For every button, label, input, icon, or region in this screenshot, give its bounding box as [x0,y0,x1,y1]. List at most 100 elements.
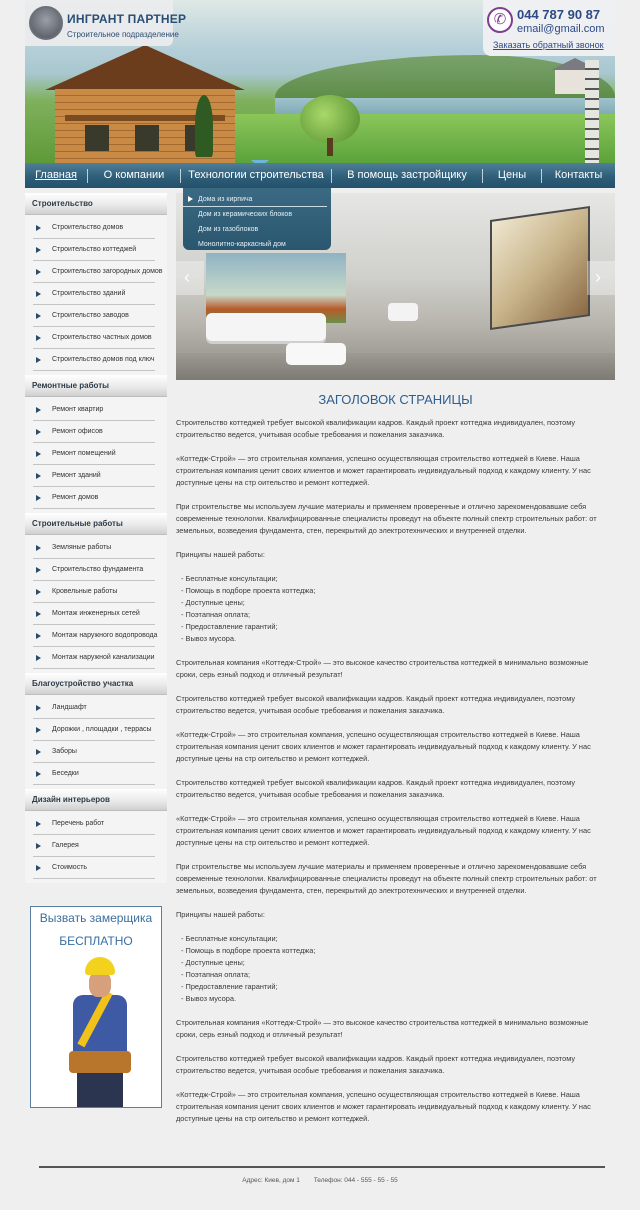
sidebar-item[interactable]: Строительство домов под ключ [33,349,155,371]
logo-subtitle: Строительное подразделение [67,30,179,39]
chevron-left-icon: ‹ [184,267,190,287]
sidebar-section-title: Благоустройство участка [25,673,167,695]
list-item: - Предоставление гарантий; [181,622,278,631]
armchair [388,303,418,321]
sidebar-item[interactable]: Ремонт квартир [33,399,155,421]
tree-trunk [327,138,333,156]
sidebar-item[interactable]: Стоимость [33,857,155,879]
sidebar-item[interactable]: Перечень работ [33,813,155,835]
paragraph: Строительная компания «Коттедж-Строй» — … [176,1018,589,1039]
principles-heading: Принципы нашей работы: [176,550,265,559]
sidebar-item[interactable]: Галерея [33,835,155,857]
sidebar: Строительство Строительство домов Строит… [25,193,167,883]
logo-emblem-icon [29,6,63,40]
round-tree [300,95,360,143]
nav-item-contacts[interactable]: Контакты [542,163,615,188]
footer-divider [39,1166,605,1168]
paragraph: Строительство коттеджей требует высокой … [176,1054,576,1075]
sidebar-item[interactable]: Строительство домов [33,217,155,239]
callback-link[interactable]: Заказать обратный звонок [493,40,604,50]
paragraph: Строительная компания «Коттедж-Строй» — … [176,658,589,679]
list-item: - Помощь в подборе проекта коттеджа; [181,946,316,955]
logo-name: ИНГРАНТ ПАРТНЕР [67,12,187,26]
sidebar-section-title: Строительные работы [25,513,167,535]
nav-item-help[interactable]: В помощь застройщику [332,163,482,188]
list-item: - Доступные цены; [181,958,245,967]
email-address[interactable]: email@gmail.com [517,23,605,35]
list-item: - Помощь в подборе проекта коттеджа; [181,586,316,595]
phone-icon: ✆ [487,7,513,33]
page-title: ЗАГОЛОВОК СТРАНИЦЫ [318,392,473,407]
list-item: - Поэтапная оплата; [181,970,251,979]
paragraph: Строительство коттеджей требует высокой … [176,418,576,439]
footer-phone: Телефон: 044 - 555 - 55 - 55 [313,1177,398,1184]
sidebar-item[interactable]: Земляные работы [33,537,155,559]
sofa [206,313,326,341]
dropdown-item[interactable]: Дом из газоблоков [183,222,331,237]
paragraph: «Коттедж-Строй» — это строительная компа… [176,814,591,847]
background-lawn [205,114,615,163]
list-item: - Поэтапная оплата; [181,610,251,619]
sidebar-section-title: Дизайн интерьеров [25,789,167,811]
paragraph: «Коттедж-Строй» — это строительная компа… [176,454,591,487]
sidebar-item[interactable]: Заборы [33,741,155,763]
principles-heading: Принципы нашей работы: [176,910,265,919]
sidebar-item[interactable]: Ландшафт [33,697,155,719]
contact-box: ✆ 044 787 90 87 email@gmail.com Заказать… [483,0,615,56]
sidebar-section-title: Ремонтные работы [25,375,167,397]
principles-list: - Бесплатные консультации; - Помощь в по… [176,933,610,1005]
nav-item-prices[interactable]: Цены [483,163,541,188]
sidebar-item[interactable]: Беседки [33,763,155,785]
list-item: - Бесплатные консультации; [181,934,278,943]
paragraph: При строительстве мы используем лучшие м… [176,862,597,895]
footer: Адрес: Киев, дом 1 Телефон: 044 - 555 - … [25,1177,615,1184]
sidebar-item[interactable]: Строительство коттеджей [33,239,155,261]
sidebar-item[interactable]: Строительство заводов [33,305,155,327]
dropdown-item[interactable]: Дом из керамических блоков [183,207,331,222]
nav-item-technologies[interactable]: Технологии строительства [181,163,331,188]
list-item: - Бесплатные консультации; [181,574,278,583]
dropdown-item[interactable]: Монолитно-каркасный дом [183,237,331,252]
sidebar-item[interactable]: Дорожки , площадки , террасы [33,719,155,741]
sidebar-item[interactable]: Строительство загородных домов [33,261,163,283]
paragraph: При строительстве мы используем лучшие м… [176,502,597,535]
paragraph: «Коттедж-Строй» — это строительная компа… [176,1090,591,1123]
sidebar-item[interactable]: Монтаж наружной канализации [33,647,155,669]
sidebar-item[interactable]: Монтаж инженерных сетей [33,603,155,625]
slider-next-button[interactable]: › [587,261,615,295]
paragraph: Строительство коттеджей требует высокой … [176,694,576,715]
dropdown-item[interactable]: Дома из кирпича [183,192,327,207]
cypress-tree [195,95,213,157]
phone-number: 044 787 90 87 [517,7,601,22]
chevron-right-icon: › [595,267,601,287]
sidebar-item[interactable]: Монтаж наружного водопровода [33,625,157,647]
banner-subtitle: БЕСПЛАТНО [59,934,133,948]
principles-list: - Бесплатные консультации; - Помощь в по… [176,573,610,645]
logo[interactable]: ИНГРАНТ ПАРТНЕР Строительное подразделен… [25,0,186,46]
banner-title: Вызвать замерщика [39,911,153,925]
birch-tree [585,60,599,163]
paragraph: «Коттедж-Строй» — это строительная компа… [176,730,591,763]
sidebar-item[interactable]: Ремонт зданий [33,465,155,487]
content-text: Строительство коттеджей требует высокой … [176,417,610,1137]
sidebar-item[interactable]: Ремонт помещений [33,443,155,465]
list-item: - Предоставление гарантий; [181,982,278,991]
list-item: - Вывоз мусора. [181,634,237,643]
slider-prev-button[interactable]: ‹ [176,261,204,295]
nav-item-home[interactable]: Главная [25,163,87,188]
list-item: - Доступные цены; [181,598,245,607]
list-item: - Вывоз мусора. [181,994,237,1003]
nav-item-about[interactable]: О компании [88,163,180,188]
builder-illustration [31,951,161,1107]
sidebar-item[interactable]: Ремонт домов [33,487,155,509]
sidebar-item[interactable]: Строительство частных домов [33,327,155,349]
sidebar-item[interactable]: Ремонт офисов [33,421,155,443]
sidebar-item[interactable]: Строительство зданий [33,283,155,305]
sidebar-item[interactable]: Кровельные работы [33,581,155,603]
wall-painting [490,205,590,331]
paragraph: Строительство коттеджей требует высокой … [176,778,576,799]
ottoman [286,343,346,365]
measurer-banner[interactable]: Вызвать замерщика БЕСПЛАТНО [30,906,162,1108]
sidebar-item[interactable]: Строительство фундамента [33,559,155,581]
main-nav: Главная О компании Технологии строительс… [25,163,615,188]
